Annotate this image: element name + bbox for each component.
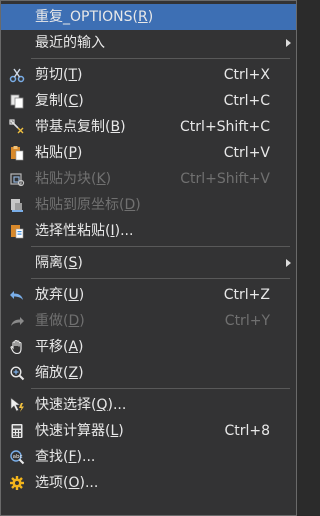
- find-text-icon: abc: [9, 450, 25, 465]
- submenu-arrow-icon: [286, 259, 291, 267]
- menu-item-label: 粘贴到原坐标(D): [35, 197, 141, 213]
- menu-item-label: 粘贴为块(K): [35, 171, 112, 187]
- menu-item-label: 快速计算器(L): [35, 423, 124, 439]
- menu-item-shortcut: Ctrl+V: [223, 145, 270, 161]
- menu-item-label: 重复_OPTIONS(R): [35, 9, 154, 25]
- menu-item-label: 缩放(Z): [35, 365, 84, 381]
- menu-item-label: 带基点复制(B): [35, 119, 126, 135]
- menu-item-paste-to-original-coords[interactable]: 粘贴到原坐标(D): [1, 192, 296, 218]
- menu-item-label: 重做(D): [35, 313, 85, 329]
- menu-item-isolate[interactable]: 隔离(S): [1, 250, 296, 276]
- paste-as-block-icon: [9, 172, 25, 187]
- svg-text:abc: abc: [13, 454, 23, 460]
- magnifier-icon: [9, 366, 25, 381]
- menu-item-label: 剪切(T): [35, 67, 83, 83]
- menu-item-quick-select[interactable]: 快速选择(Q)...: [1, 392, 296, 418]
- copy-base-point-icon: [9, 119, 25, 134]
- quick-select-icon: [9, 397, 25, 412]
- menu-item-recent-input[interactable]: 最近的输入: [1, 30, 296, 56]
- menu-item-label: 隔离(S): [35, 255, 83, 271]
- menu-item-paste[interactable]: 粘贴(P) Ctrl+V: [1, 140, 296, 166]
- menu-item-label: 快速选择(Q)...: [35, 397, 127, 413]
- menu-item-paste-special[interactable]: 选择性粘贴(I)...: [1, 218, 296, 244]
- menu-item-options[interactable]: 选项(O)...: [1, 470, 296, 496]
- menu-item-shortcut: Ctrl+Shift+C: [180, 119, 270, 135]
- menu-item-shortcut: Ctrl+8: [224, 423, 270, 439]
- paste-special-icon: [9, 224, 25, 239]
- hand-icon: [9, 339, 25, 355]
- menu-item-shortcut: Ctrl+C: [223, 93, 270, 109]
- menu-separator: [31, 246, 290, 247]
- menu-item-undo[interactable]: 放弃(U) Ctrl+Z: [1, 282, 296, 308]
- menu-item-cut[interactable]: 剪切(T) Ctrl+X: [1, 62, 296, 88]
- menu-item-label: 最近的输入: [35, 35, 105, 51]
- menu-separator: [31, 388, 290, 389]
- menu-item-label: 选项(O)...: [35, 475, 99, 491]
- menu-item-shortcut: Ctrl+Shift+V: [180, 171, 270, 187]
- menu-item-copy-with-base-point[interactable]: 带基点复制(B) Ctrl+Shift+C: [1, 114, 296, 140]
- menu-item-zoom[interactable]: 缩放(Z): [1, 360, 296, 386]
- menu-item-label: 粘贴(P): [35, 145, 83, 161]
- paste-to-original-coords-icon: [9, 198, 25, 212]
- menu-item-shortcut: Ctrl+Z: [223, 287, 270, 303]
- calculator-icon: [9, 424, 25, 438]
- context-menu: 重复_OPTIONS(R) 最近的输入 剪切(T) Ctrl+X 复制(C) C…: [0, 0, 297, 516]
- menu-item-label: 平移(A): [35, 339, 84, 355]
- menu-item-label: 复制(C): [35, 93, 84, 109]
- scissors-icon: [9, 68, 25, 83]
- menu-item-label: 选择性粘贴(I)...: [35, 223, 134, 239]
- submenu-arrow-icon: [286, 39, 291, 47]
- menu-separator: [31, 58, 290, 59]
- undo-icon: [9, 288, 25, 302]
- menu-item-pan[interactable]: 平移(A): [1, 334, 296, 360]
- copy-icon: [9, 94, 25, 109]
- gear-icon: [9, 476, 25, 490]
- menu-item-copy[interactable]: 复制(C) Ctrl+C: [1, 88, 296, 114]
- menu-item-shortcut: Ctrl+Y: [224, 313, 270, 329]
- menu-item-label: 查找(F)...: [35, 449, 96, 465]
- menu-item-find[interactable]: abc 查找(F)...: [1, 444, 296, 470]
- menu-item-redo[interactable]: 重做(D) Ctrl+Y: [1, 308, 296, 334]
- menu-item-quick-calculator[interactable]: 快速计算器(L) Ctrl+8: [1, 418, 296, 444]
- paste-icon: [9, 146, 25, 161]
- menu-separator: [31, 278, 290, 279]
- menu-item-repeat-options[interactable]: 重复_OPTIONS(R): [1, 4, 296, 30]
- menu-item-paste-as-block[interactable]: 粘贴为块(K) Ctrl+Shift+V: [1, 166, 296, 192]
- redo-icon: [9, 314, 25, 328]
- menu-item-shortcut: Ctrl+X: [223, 67, 270, 83]
- menu-item-label: 放弃(U): [35, 287, 85, 303]
